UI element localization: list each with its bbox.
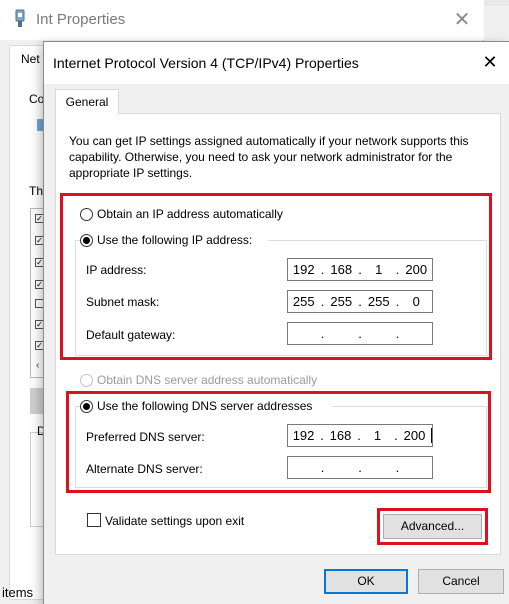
dns1-octet-3: 1 (373, 428, 382, 443)
network-adapter-icon (13, 9, 27, 29)
background-footer-text: items (2, 585, 34, 600)
subnet-mask-label: Subnet mask: (86, 295, 160, 309)
use-following-dns-radio[interactable]: Use the following DNS server addresses (80, 399, 316, 413)
background-tab-label[interactable]: Net (21, 52, 40, 66)
obtain-ip-auto-label: Obtain an IP address automatically (97, 207, 283, 221)
dns1-octet-1: 192 (292, 428, 315, 443)
radio-button-icon[interactable] (80, 207, 93, 221)
ok-button[interactable]: OK (324, 569, 408, 594)
subnet-octet-4: 0 (412, 294, 420, 309)
close-icon[interactable]: ✕ (476, 48, 504, 76)
radio-button-disabled-icon (80, 373, 93, 387)
ip-octet-1: 192 (292, 262, 315, 277)
radio-button-selected-icon[interactable] (80, 399, 93, 413)
subnet-octet-2: 255 (330, 294, 353, 309)
background-description-group (30, 432, 44, 527)
use-following-ip-label: Use the following IP address: (97, 233, 253, 247)
ip-octet-3: 1 (375, 262, 383, 277)
subnet-mask-input[interactable]: 255. 255. 255. 0 (287, 290, 433, 313)
use-following-dns-label: Use the following DNS server addresses (97, 399, 313, 413)
intro-text: You can get IP settings assigned automat… (69, 134, 469, 180)
validate-settings-label: Validate settings upon exit (105, 514, 245, 528)
background-items-list[interactable] (30, 208, 44, 378)
preferred-dns-label: Preferred DNS server: (86, 430, 205, 444)
subnet-octet-1: 255 (292, 294, 315, 309)
alternate-dns-input[interactable]: . . . (287, 456, 433, 479)
tab-general[interactable]: General (55, 89, 119, 114)
background-install-button[interactable] (30, 388, 44, 414)
ip-address-input[interactable]: 192. 168. 1. 200 (287, 258, 433, 281)
obtain-ip-auto-radio[interactable]: Obtain an IP address automatically (80, 207, 283, 221)
preferred-dns-input[interactable]: 192. 168. 1. 200 (287, 424, 433, 447)
ip-octet-2: 168 (330, 262, 353, 277)
ip-address-label: IP address: (86, 263, 147, 277)
radio-button-selected-icon[interactable] (80, 233, 93, 247)
background-close-icon[interactable]: ✕ (447, 7, 477, 33)
text-caret (431, 428, 432, 443)
advanced-button[interactable]: Advanced... (383, 514, 482, 539)
scroll-left-icon[interactable]: ‹ (36, 360, 39, 371)
use-following-ip-radio[interactable]: Use the following IP address: (80, 233, 256, 247)
dns1-octet-4: 200 (403, 428, 426, 443)
default-gateway-input[interactable]: . . . (287, 322, 433, 345)
obtain-dns-auto-label: Obtain DNS server address automatically (97, 373, 318, 387)
dns1-octet-2: 168 (329, 428, 352, 443)
validate-settings-checkbox[interactable] (87, 513, 101, 527)
subnet-octet-3: 255 (367, 294, 390, 309)
background-items-label: Th (29, 184, 44, 198)
obtain-dns-auto-radio[interactable]: Obtain DNS server address automatically (80, 373, 317, 387)
default-gateway-label: Default gateway: (86, 328, 176, 342)
ip-octet-4: 200 (405, 262, 428, 277)
background-window-title: Int Properties (36, 11, 126, 28)
dialog-title: Internet Protocol Version 4 (TCP/IPv4) P… (53, 55, 359, 71)
cancel-button[interactable]: Cancel (418, 569, 504, 594)
alternate-dns-label: Alternate DNS server: (86, 462, 203, 476)
